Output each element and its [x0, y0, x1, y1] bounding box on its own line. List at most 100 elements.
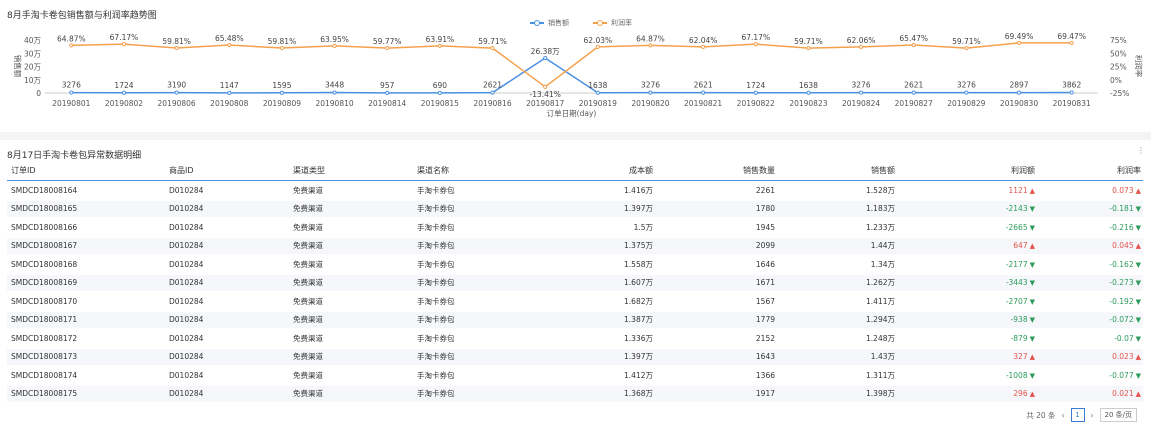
triangle-up-icon: ▲: [1135, 186, 1141, 195]
cell-order-id: SMDCD18008171: [11, 315, 78, 324]
data-point: [227, 90, 232, 95]
data-label: 2621: [483, 81, 502, 90]
table-row[interactable]: SMDCD18008174 D010284 免费渠道 手淘卡券包 1.412万 1366 1…: [7, 367, 1143, 383]
data-point: [648, 43, 653, 48]
header-channel-name[interactable]: 渠道名称: [417, 165, 449, 176]
cell-margin-value: -0.273: [1109, 278, 1134, 287]
data-label: 690: [433, 81, 448, 90]
data-label: 3448: [325, 81, 344, 90]
table-row[interactable]: SMDCD18008175 D010284 免费渠道 手淘卡券包 1.368万 1917 1…: [7, 385, 1143, 402]
data-label: 59.71%: [952, 37, 981, 46]
cell-margin: 0.021 ▲: [1112, 389, 1141, 398]
cell-cost: 1.412万: [624, 370, 653, 380]
triangle-down-icon: ▼: [1029, 316, 1035, 324]
header-sales[interactable]: 销售额: [871, 165, 895, 176]
cell-quantity: 1780: [755, 204, 775, 213]
data-point: [490, 90, 495, 95]
cell-profit: 296 ▲: [1013, 389, 1035, 398]
cell-profit-value: 327: [1013, 352, 1028, 361]
table-row[interactable]: SMDCD18008164 D010284 免费渠道 手淘卡券包 1.416万 2261 1…: [7, 182, 1143, 198]
cell-channel-name: 手淘卡券包: [417, 370, 455, 380]
triangle-down-icon: ▼: [1029, 297, 1035, 306]
cell-margin: -0.162 ▼: [1109, 260, 1141, 269]
header-profit[interactable]: 利润额: [1011, 165, 1035, 176]
table-row[interactable]: SMDCD18008168 D010284 免费渠道 手淘卡券包 1.558万 1646 1…: [7, 256, 1143, 272]
cell-quantity: 1643: [755, 352, 775, 361]
cell-product-id: D010284: [169, 259, 204, 269]
table-row[interactable]: SMDCD18008170 D010284 免费渠道 手淘卡券包 1.682万 1567 1…: [7, 293, 1143, 309]
y2-tick-label: -25%: [1110, 89, 1129, 98]
cell-quantity: 1917: [755, 389, 775, 398]
data-point: [1069, 90, 1074, 95]
y-tick-label: 20万: [24, 63, 42, 72]
cell-margin-value: -0.077: [1109, 370, 1134, 380]
cell-quantity: 2099: [755, 241, 775, 250]
data-point: [701, 90, 706, 95]
y2-tick-label: 0%: [1110, 76, 1122, 85]
table-panel: 8月17日手淘卡卷包异常数据明细 ⋮ 订单ID 商品ID 渠道类型 渠道名称 成…: [0, 140, 1151, 432]
cell-order-id: SMDCD18008172: [11, 333, 78, 343]
table-row[interactable]: SMDCD18008172 D010284 免费渠道 手淘卡券包 1.336万 2152 1…: [7, 330, 1143, 346]
triangle-down-icon: ▼: [1135, 223, 1141, 232]
data-label: 2897: [1009, 81, 1028, 90]
data-point: [648, 90, 653, 95]
header-margin[interactable]: 利润率: [1117, 165, 1141, 176]
header-product-id[interactable]: 商品ID: [169, 165, 194, 176]
cell-sales: 1.311万: [866, 370, 895, 380]
cell-channel-type: 免费渠道: [293, 315, 323, 324]
triangle-down-icon: ▼: [1029, 371, 1035, 380]
table-row[interactable]: SMDCD18008171 D010284 免费渠道 手淘卡券包 1.387万 1779 1…: [7, 311, 1143, 328]
triangle-up-icon: ▲: [1135, 242, 1141, 250]
cell-cost: 1.682万: [624, 296, 653, 306]
cell-profit: -2665 ▼: [1006, 223, 1035, 232]
pager-next-icon[interactable]: ›: [1091, 411, 1094, 420]
table-row[interactable]: SMDCD18008165 D010284 免费渠道 手淘卡券包 1.397万 1780 1…: [7, 200, 1143, 217]
cell-cost: 1.5万: [633, 222, 653, 232]
data-label: 65.48%: [215, 34, 244, 43]
cell-sales: 1.233万: [866, 222, 895, 232]
cell-product-id: D010284: [169, 370, 204, 380]
cell-product-id: D010284: [169, 241, 204, 250]
cell-sales: 1.262万: [866, 278, 895, 287]
table-row[interactable]: SMDCD18008166 D010284 免费渠道 手淘卡券包 1.5万 1945 1.2…: [7, 219, 1143, 235]
table-row[interactable]: SMDCD18008167 D010284 免费渠道 手淘卡券包 1.375万 2099 1…: [7, 237, 1143, 254]
more-vertical-icon[interactable]: ⋮: [1137, 146, 1145, 155]
page-size-select[interactable]: 20 条/页: [1099, 408, 1137, 422]
x-tick-label: 20190827: [895, 99, 933, 108]
x-tick-label: 20190816: [473, 99, 511, 108]
cell-profit: -2143 ▼: [1006, 204, 1035, 213]
data-label: 59.71%: [478, 37, 507, 46]
data-label: 957: [380, 81, 395, 90]
cell-order-id: SMDCD18008167: [11, 241, 78, 250]
cell-channel-type: 免费渠道: [293, 204, 323, 213]
header-cost[interactable]: 成本额: [629, 165, 653, 176]
table-row[interactable]: SMDCD18008169 D010284 免费渠道 手淘卡券包 1.607万 1671 1…: [7, 274, 1143, 291]
data-point: [753, 42, 758, 47]
data-point: [121, 42, 127, 47]
x-tick-label: 20190829: [947, 99, 985, 108]
data-point: [753, 90, 758, 95]
cell-order-id: SMDCD18008170: [11, 296, 78, 306]
header-quantity[interactable]: 销售数量: [743, 165, 775, 176]
cell-quantity: 2152: [755, 333, 775, 343]
pager-prev-icon[interactable]: ‹: [1062, 411, 1065, 420]
table-row[interactable]: SMDCD18008173 D010284 免费渠道 手淘卡券包 1.397万 1643 1…: [7, 348, 1143, 365]
data-point: [595, 44, 600, 49]
triangle-down-icon: ▼: [1029, 223, 1035, 232]
header-channel-type[interactable]: 渠道类型: [293, 165, 325, 176]
cell-channel-type: 免费渠道: [293, 278, 323, 287]
data-point: [595, 90, 600, 95]
triangle-down-icon: ▼: [1135, 205, 1141, 213]
pager-page-button[interactable]: 1: [1070, 408, 1085, 422]
triangle-up-icon: ▲: [1029, 353, 1035, 361]
data-label: 62.04%: [689, 36, 718, 45]
cell-quantity: 1366: [755, 370, 775, 380]
data-label: 3190: [167, 81, 186, 90]
x-tick-label: 20190806: [158, 99, 196, 108]
cell-product-id: D010284: [169, 278, 204, 287]
cell-margin-value: 0.073: [1112, 185, 1134, 195]
cell-margin-value: 0.023: [1112, 352, 1134, 361]
cell-cost: 1.375万: [624, 241, 653, 250]
y2-axis-title: 利润率: [1134, 55, 1144, 78]
header-order-id[interactable]: 订单ID: [11, 165, 36, 176]
